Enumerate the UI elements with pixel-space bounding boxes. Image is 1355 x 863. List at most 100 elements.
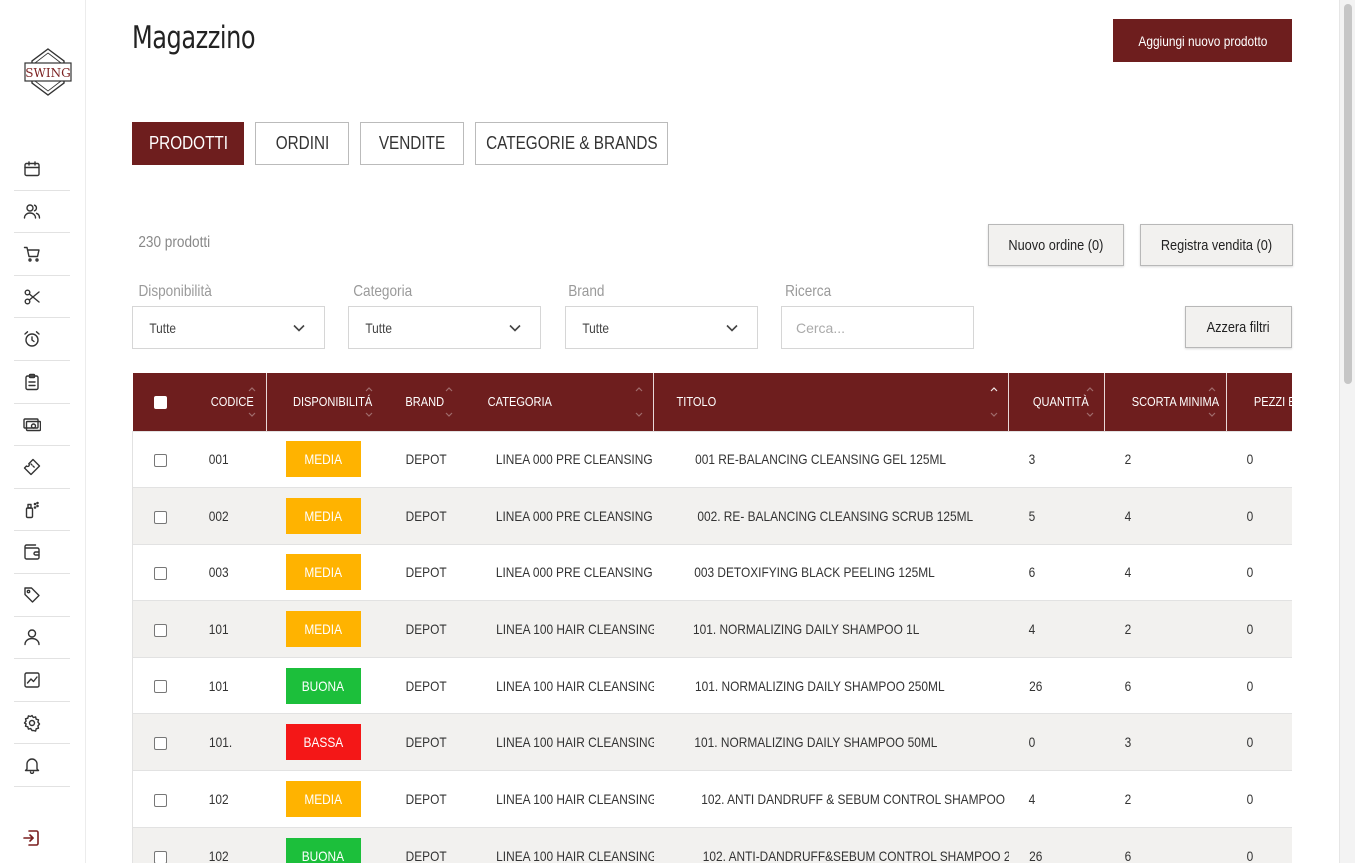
availability-badge-text: MEDIA [304, 790, 342, 807]
brand-text: DEPOT [405, 677, 447, 694]
sidebar-item-calendar[interactable] [14, 148, 70, 191]
col-categoria[interactable]: CATEGORIA [462, 373, 654, 431]
table-row[interactable]: 102 BUONA DEPOT LINEA 100 HAIR CLEANSING 102… [132, 826, 1292, 863]
logout-icon [23, 830, 39, 846]
availability-badge-text: BUONA [301, 677, 345, 694]
sidebar-item-reports[interactable] [14, 361, 70, 404]
logout-button[interactable] [22, 829, 40, 847]
col-codice[interactable]: CODICE [187, 373, 267, 431]
availability-badge: MEDIA [285, 611, 361, 648]
sidebar-item-tags[interactable] [14, 574, 70, 617]
row-checkbox[interactable] [154, 454, 167, 468]
availability-badge: MEDIA [285, 554, 361, 591]
title-text: 101. NORMALIZING DAILY SHAMPOO 1L [692, 621, 919, 638]
availability-filter-label: Disponibilità [132, 283, 218, 301]
add-product-button[interactable]: Aggiungi nuovo prodotto [1113, 19, 1292, 62]
cell-locked: 0 [1226, 430, 1292, 488]
category-text: LINEA 100 HAIR CLEANSING [495, 734, 654, 751]
calendar-icon [24, 161, 40, 176]
sidebar-item-profile[interactable] [14, 617, 70, 660]
row-select-cell [132, 430, 188, 488]
row-checkbox[interactable] [154, 510, 167, 524]
row-checkbox[interactable] [154, 737, 167, 751]
col-disponibilita[interactable]: DISPONIBILITÁ [266, 373, 383, 431]
min-stock-text: 6 [1124, 677, 1131, 694]
swing-logo[interactable]: SWING [23, 47, 73, 97]
table-row[interactable]: 101. BASSA DEPOT LINEA 100 HAIR CLEANSING 10… [132, 713, 1292, 771]
table-row[interactable]: 102 MEDIA DEPOT LINEA 100 HAIR CLEANSING 102… [132, 770, 1292, 828]
sort-icon [445, 385, 453, 419]
availability-select[interactable]: Tutte [132, 306, 325, 349]
availability-badge: MEDIA [285, 441, 361, 478]
availability-badge-text: BASSA [303, 734, 343, 751]
availability-badge: BUONA [285, 837, 361, 863]
register-sale-button[interactable]: Registra vendita (0) [1140, 224, 1293, 266]
reset-filters-button[interactable]: Azzera filtri [1185, 306, 1292, 348]
row-select-cell [132, 487, 188, 545]
tab-prodotti[interactable]: PRODOTTI [132, 122, 244, 165]
sidebar-item-products[interactable] [14, 489, 70, 532]
select-all-checkbox[interactable] [153, 396, 167, 410]
col-quantita[interactable]: QUANTITÀ [1008, 373, 1105, 431]
sidebar-item-notifications[interactable] [14, 744, 70, 787]
locked-text: 0 [1246, 677, 1253, 694]
col-pezzi-bloccati[interactable]: PEZZI BLOCCATI [1226, 373, 1292, 431]
col-codice-label: CODICE [210, 394, 254, 410]
quantity-text: 6 [1028, 564, 1035, 581]
chevron-down-icon [508, 321, 522, 335]
cell-min-stock: 2 [1104, 770, 1227, 828]
title-text: 001 RE-BALANCING CLEANSING GEL 125ML [694, 451, 946, 468]
col-scorta-minima[interactable]: SCORTA MINIMA [1104, 373, 1227, 431]
quantity-text: 5 [1028, 507, 1035, 524]
locked-text: 0 [1246, 621, 1253, 638]
col-titolo[interactable]: TITOLO [653, 373, 1009, 431]
brand-select[interactable]: Tutte [565, 306, 758, 349]
tab-ordini[interactable]: ORDINI [255, 122, 349, 165]
sidebar-item-clients[interactable] [14, 191, 70, 234]
sidebar-item-cart[interactable] [14, 233, 70, 276]
sidebar-item-cash[interactable] [14, 404, 70, 447]
cell-brand: DEPOT [382, 600, 463, 658]
row-select-cell [132, 543, 188, 601]
search-input[interactable] [781, 306, 974, 349]
table-row[interactable]: 101 BUONA DEPOT LINEA 100 HAIR CLEANSING 101… [132, 656, 1292, 714]
sidebar-item-settings[interactable] [14, 702, 70, 745]
table-row[interactable]: 001 MEDIA DEPOT LINEA 000 PRE CLEANSING 001 … [132, 430, 1292, 488]
table-row[interactable]: 101 MEDIA DEPOT LINEA 100 HAIR CLEANSING 101… [132, 600, 1292, 658]
sidebar-item-stats[interactable] [14, 659, 70, 702]
row-checkbox[interactable] [154, 623, 167, 637]
sidebar-item-tickets[interactable] [14, 446, 70, 489]
cell-availability: MEDIA [266, 430, 383, 488]
col-brand[interactable]: BRAND [382, 373, 463, 431]
scrollbar-thumb[interactable] [1344, 4, 1352, 384]
locked-text: 0 [1246, 847, 1253, 863]
page-scrollbar[interactable] [1339, 0, 1355, 863]
cell-code: 101 [187, 600, 267, 658]
category-text: LINEA 000 PRE CLEANSING [495, 451, 653, 468]
row-checkbox[interactable] [154, 850, 167, 863]
tab-vendite[interactable]: VENDITE [360, 122, 464, 165]
tab-categorie-brands-label: CATEGORIE & BRANDS [485, 133, 658, 153]
new-order-button[interactable]: Nuovo ordine (0) [988, 224, 1124, 266]
brand-text: DEPOT [405, 847, 447, 863]
cell-min-stock: 3 [1104, 713, 1227, 771]
cell-code: 101. [187, 713, 267, 771]
sidebar-item-alarm[interactable] [14, 318, 70, 361]
sidebar-item-wallet[interactable] [14, 531, 70, 574]
availability-badge-text: MEDIA [304, 507, 342, 524]
row-checkbox[interactable] [154, 680, 167, 694]
category-select[interactable]: Tutte [348, 306, 541, 349]
cell-locked: 0 [1226, 826, 1292, 863]
cell-title: 001 RE-BALANCING CLEANSING GEL 125ML [653, 430, 1009, 488]
cell-title: 101. NORMALIZING DAILY SHAMPOO 50ML [653, 713, 1009, 771]
sort-icon [635, 385, 643, 419]
table-row[interactable]: 002 MEDIA DEPOT LINEA 000 PRE CLEANSING 002.… [132, 487, 1292, 545]
row-checkbox[interactable] [154, 567, 167, 581]
row-checkbox[interactable] [154, 793, 167, 807]
cell-min-stock: 2 [1104, 600, 1227, 658]
cart-icon [23, 246, 40, 262]
quantity-text: 26 [1028, 847, 1042, 863]
table-row[interactable]: 003 MEDIA DEPOT LINEA 000 PRE CLEANSING 003 … [132, 543, 1292, 601]
sidebar-item-services[interactable] [14, 276, 70, 319]
tab-categorie-brands[interactable]: CATEGORIE & BRANDS [475, 122, 668, 165]
